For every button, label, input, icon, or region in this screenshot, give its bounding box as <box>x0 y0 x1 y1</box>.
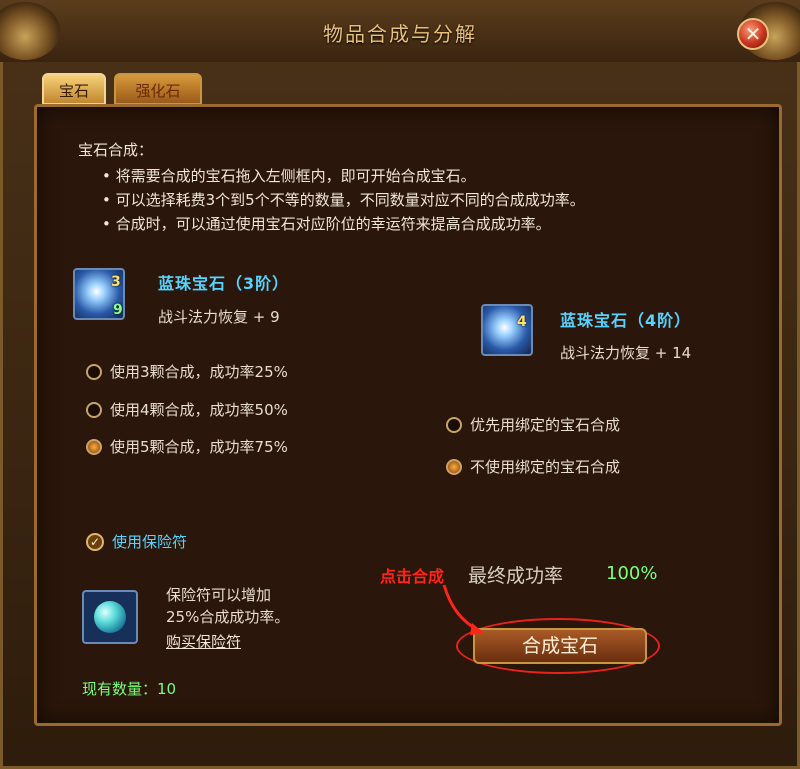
insurance-label: 使用保险符 <box>112 533 188 551</box>
radio-use-5[interactable]: 使用5颗合成，成功率75% <box>86 436 288 457</box>
gem-tier-badge: 3 <box>111 274 121 290</box>
result-gem-effect: 战斗法力恢复 + 14 <box>560 344 692 362</box>
close-button[interactable]: ✕ <box>737 18 769 50</box>
radio-label: 使用5颗合成，成功率75% <box>110 438 288 456</box>
source-gem-slot[interactable]: 3 9 <box>73 268 125 320</box>
tab-gem[interactable]: 宝石 <box>42 73 106 105</box>
result-gem-name: 蓝珠宝石（4阶） <box>560 311 692 330</box>
charm-slot[interactable] <box>82 590 138 644</box>
instruction-line: • 将需要合成的宝石拖入左侧框内，即可开始合成宝石。 <box>102 167 476 185</box>
annotation-text: 点击合成 <box>380 567 445 586</box>
annotation-arrow-icon <box>442 584 484 635</box>
tab-enhance-stone[interactable]: 强化石 <box>114 73 202 105</box>
check-icon[interactable]: ✓ <box>86 532 104 551</box>
radio-prefer-bound[interactable]: 优先用绑定的宝石合成 <box>446 414 620 435</box>
charm-desc-line: 保险符可以增加 <box>166 586 272 604</box>
owned-count: 现有数量：10 <box>82 680 177 698</box>
instructions-heading: 宝石合成： <box>78 141 154 159</box>
gem-count-badge: 9 <box>113 302 123 318</box>
instruction-line: • 合成时，可以通过使用宝石对应阶位的幸运符来提高合成成功率。 <box>102 215 551 233</box>
radio-button[interactable] <box>446 458 462 475</box>
gem-tier-badge: 4 <box>517 314 527 330</box>
radio-label: 使用4颗合成，成功率50% <box>110 401 288 419</box>
charm-desc-line: 25%合成成功率。 <box>166 608 290 626</box>
instructions: 宝石合成： • 将需要合成的宝石拖入左侧框内，即可开始合成宝石。 • 可以选择耗… <box>78 138 585 236</box>
radio-button[interactable] <box>86 363 102 380</box>
charm-description: 保险符可以增加 25%合成成功率。 <box>166 584 289 628</box>
title-bar: 物品合成与分解 ✕ <box>0 0 800 62</box>
radio-button[interactable] <box>86 438 102 455</box>
final-rate-value: 100% <box>606 563 658 584</box>
source-gem-name: 蓝珠宝石（3阶） <box>158 274 290 293</box>
radio-use-4[interactable]: 使用4颗合成，成功率50% <box>86 399 288 420</box>
radio-no-bound[interactable]: 不使用绑定的宝石合成 <box>446 456 620 477</box>
radio-label: 不使用绑定的宝石合成 <box>470 458 621 476</box>
radio-label: 优先用绑定的宝石合成 <box>470 416 621 434</box>
result-gem-slot: 4 <box>481 304 533 356</box>
source-gem-effect: 战斗法力恢复 + 9 <box>158 308 280 326</box>
radio-button[interactable] <box>86 401 102 418</box>
insurance-charm-icon <box>94 601 126 633</box>
radio-label: 使用3颗合成，成功率25% <box>110 363 288 381</box>
radio-button[interactable] <box>446 416 462 433</box>
instruction-line: • 可以选择耗费3个到5个不等的数量，不同数量对应不同的合成成功率。 <box>102 191 585 209</box>
window-title: 物品合成与分解 <box>323 22 477 46</box>
buy-charm-link[interactable]: 购买保险符 <box>166 631 241 652</box>
insurance-checkbox-row[interactable]: ✓ 使用保险符 <box>86 531 187 552</box>
radio-use-3[interactable]: 使用3颗合成，成功率25% <box>86 361 288 382</box>
